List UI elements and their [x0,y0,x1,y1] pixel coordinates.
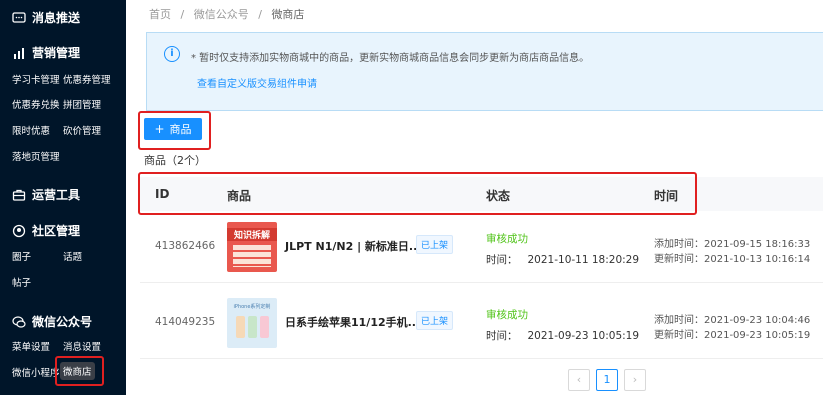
sidebar-section-wechat[interactable]: 微信公众号 [12,313,92,330]
sidebar-item-topic[interactable]: 话题 [63,249,82,263]
review-time-value: 2021-10-11 18:20:29 [527,254,640,266]
thumbnail-caption: 知识拆解 [227,228,277,241]
main-content: 首页 / 微信公众号 / 微商店 i * 暂时仅支持添加实物商城中的商品，更新实… [126,0,823,395]
message-icon [12,11,26,23]
highlight-box [138,172,697,215]
sidebar-section-label: 营销管理 [32,46,81,60]
next-page-button[interactable]: › [624,369,646,391]
review-time-label: 时间： [486,330,518,342]
sidebar-section-marketing[interactable]: 营销管理 [12,44,80,61]
product-name: JLPT N1/N2 | 新标准日... [285,240,422,253]
sidebar-section-community[interactable]: 社区管理 [12,222,80,239]
page-button-1[interactable]: 1 [596,369,618,391]
review-time-label: 时间： [486,254,518,266]
product-id: 413862466 [155,240,216,252]
sidebar: 消息推送 营销管理 学习卡管理 优惠券管理 优惠券兑换 拼团管理 限时优惠 砍价… [0,0,126,395]
product-thumbnail: 知识拆解 [227,222,277,272]
breadcrumb-separator: / [180,8,185,21]
breadcrumb: 首页 / 微信公众号 / 微商店 [149,6,310,22]
breadcrumb-current: 微商店 [271,8,305,21]
sidebar-item-coupon-redeem[interactable]: 优惠券兑换 [12,97,60,111]
review-status: 审核成功 [486,233,528,245]
product-thumbnail: iPhone系列定制 [227,298,277,348]
sidebar-item-coupon[interactable]: 优惠券管理 [63,72,111,86]
breadcrumb-separator: / [258,8,262,21]
added-time: 添加时间：2021-09-15 18:16:33 [654,239,811,250]
community-icon [12,224,26,237]
highlight-box [138,111,211,150]
review-status: 审核成功 [486,309,528,321]
sidebar-section-label: 运营工具 [32,188,81,202]
pagination: ‹ 1 › [568,369,652,391]
sidebar-item-post[interactable]: 帖子 [12,275,31,289]
sidebar-section-label: 消息推送 [32,11,81,25]
wechat-icon [12,315,26,328]
added-time: 添加时间：2021-09-23 10:04:46 [654,315,811,326]
sidebar-section-message[interactable]: 消息推送 [12,9,80,26]
sidebar-item-study-card[interactable]: 学习卡管理 [12,72,60,86]
sidebar-section-label: 微信公众号 [32,315,93,329]
sidebar-item-limited-offer[interactable]: 限时优惠 [12,123,50,137]
chart-icon [14,47,24,59]
thumbnail-caption: iPhone系列定制 [233,304,271,310]
notice-banner: i * 暂时仅支持添加实物商城中的商品，更新实物商城商品信息会同步更新为商店商品… [146,32,823,111]
thumbnail-art [233,245,271,267]
sidebar-section-ops-tools[interactable]: 运营工具 [12,186,80,203]
sidebar-item-bargain[interactable]: 砍价管理 [63,123,101,137]
review-time: 时间： 2021-10-11 18:20:29 [486,252,639,267]
toolbox-icon [12,189,26,201]
product-count: 商品（2个） [144,154,206,167]
prev-page-button[interactable]: ‹ [568,369,590,391]
info-icon: i [164,46,180,62]
sidebar-item-group-buy[interactable]: 拼团管理 [63,97,101,111]
product-name: 日系手绘苹果11/12手机... [285,316,421,329]
sidebar-item-landing-page[interactable]: 落地页管理 [12,149,60,163]
sidebar-item-circle[interactable]: 圈子 [12,249,31,263]
product-id: 414049235 [155,316,216,328]
sidebar-item-menu-settings[interactable]: 菜单设置 [12,339,50,353]
table-row[interactable]: 414049235 iPhone系列定制 日系手绘苹果11/12手机... 已上… [140,288,823,359]
breadcrumb-home[interactable]: 首页 [149,8,171,21]
sidebar-item-message-settings[interactable]: 消息设置 [63,339,101,353]
notice-text: * 暂时仅支持添加实物商城中的商品，更新实物商城商品信息会同步更新为商店商品信息… [191,53,590,64]
thumbnail-art [227,316,277,338]
review-time-value: 2021-09-23 10:05:19 [527,330,640,342]
review-time: 时间： 2021-09-23 10:05:19 [486,328,639,343]
status-badge: 已上架 [416,311,454,330]
sidebar-section-label: 社区管理 [32,224,81,238]
sidebar-item-mini-program[interactable]: 微信小程序 [12,365,60,379]
status-badge: 已上架 [416,235,454,254]
breadcrumb-wechat[interactable]: 微信公众号 [194,8,249,21]
highlight-box [55,356,104,386]
updated-time: 更新时间：2021-09-23 10:05:19 [654,330,811,341]
updated-time: 更新时间：2021-10-13 10:16:14 [654,254,811,265]
table-row[interactable]: 413862466 知识拆解 JLPT N1/N2 | 新标准日... 已上架 … [140,212,823,283]
apply-link[interactable]: 查看自定义版交易组件申请 [197,75,317,90]
